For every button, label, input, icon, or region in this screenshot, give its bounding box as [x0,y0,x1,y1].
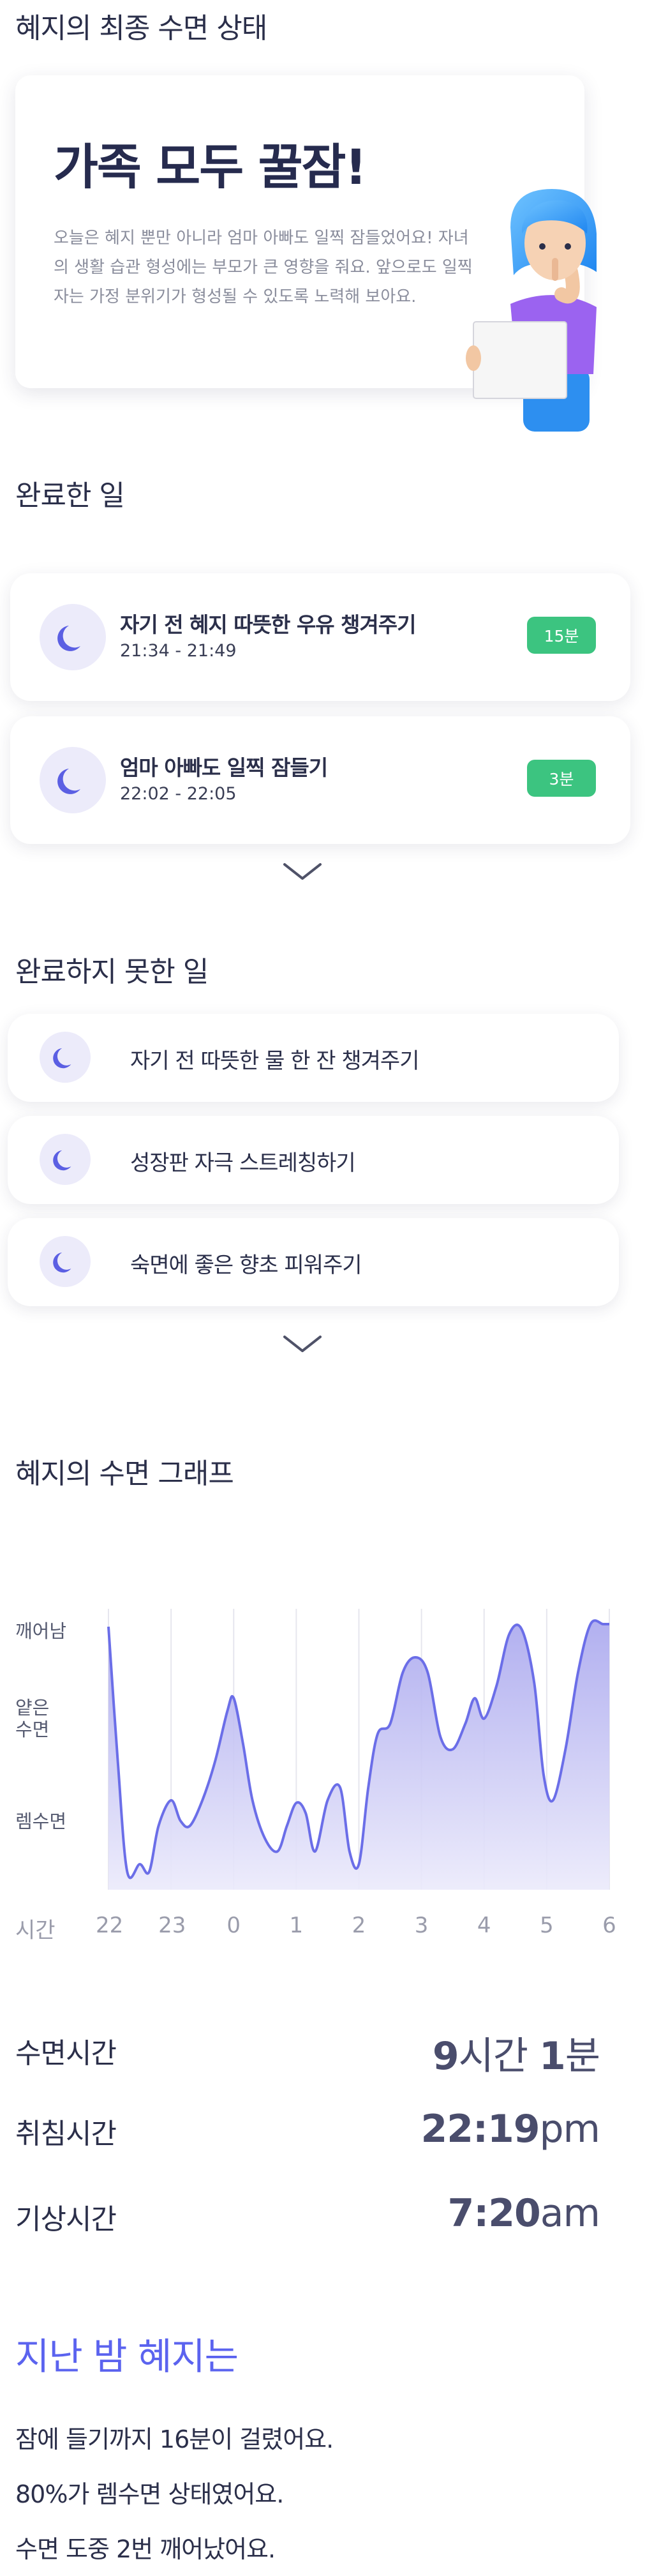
x-tick-label: 0 [227,1913,241,1938]
x-tick-label: 6 [602,1913,616,1938]
completed-task-title: 엄마 아빠도 일찍 잠들기 [120,755,328,780]
moon-icon [40,1236,91,1287]
y-label-rem: 렘수면 [15,1811,67,1832]
x-axis-label: 시간 [15,1918,56,1943]
x-tick-label: 22 [96,1913,124,1938]
completed-section-title: 완료한 일 [15,479,125,512]
sleep-time-label: 수면시간 [15,2037,117,2070]
moon-icon [40,604,106,670]
graph-section-title: 혜지의 수면 그래프 [15,1457,234,1490]
y-label-awake: 깨어남 [15,1620,67,1642]
summary-line: 수면 도중 2번 깨어났어요. [15,2535,276,2563]
completed-task-time: 21:34 - 21:49 [120,641,237,661]
completed-task-title: 자기 전 혜지 따뜻한 우유 챙겨주기 [120,612,416,637]
character-illustration [466,189,597,432]
chevron-down-icon[interactable] [282,1334,323,1355]
moon-icon [40,1134,91,1185]
completed-task-time: 22:02 - 22:05 [120,784,237,804]
hero-headline: 가족 모두 꿀잠! [54,139,367,195]
x-tick-label: 23 [158,1913,186,1938]
bed-time-label: 취침시간 [15,2118,117,2150]
sleep-time-value: 9시간 1분 [432,2034,600,2079]
chevron-down-icon[interactable] [282,862,323,882]
bed-time-value: 22:19pm [420,2107,600,2151]
incomplete-section-title: 완료하지 못한 일 [15,956,209,988]
wake-time-value: 7:20am [447,2191,600,2236]
summary-line: 잠에 들기까지 16분이 걸렸어요. [15,2425,334,2453]
x-tick-label: 1 [289,1913,304,1938]
y-label-light-2: 수면 [15,1719,50,1740]
x-tick-label: 2 [352,1913,366,1938]
incomplete-task-label: 자기 전 따뜻한 물 한 잔 챙겨주기 [130,1048,419,1074]
x-tick-label: 3 [414,1913,429,1938]
incomplete-task-label: 성장판 자극 스트레칭하기 [130,1150,356,1176]
moon-icon [40,1032,91,1083]
page-title: 혜지의 최종 수면 상태 [15,12,267,45]
moon-icon [40,747,106,813]
duration-badge: 3분 [527,760,596,797]
x-tick-label: 5 [540,1913,554,1938]
incomplete-task-label: 숙면에 좋은 향초 피워주기 [130,1253,362,1278]
wake-time-label: 기상시간 [15,2203,117,2236]
summary-title: 지난 밤 혜지는 [15,2335,239,2378]
hero-description: 오늘은 혜지 뿐만 아니라 엄마 아빠도 일찍 잠들었어요! 자녀의 생활 습관… [54,229,473,306]
y-label-light-1: 얕은 [15,1697,50,1719]
summary-line: 80%가 렘수면 상태였어요. [15,2480,284,2508]
duration-badge: 15분 [527,617,596,654]
sleep-graph [107,1609,610,1890]
x-tick-label: 4 [477,1913,491,1938]
